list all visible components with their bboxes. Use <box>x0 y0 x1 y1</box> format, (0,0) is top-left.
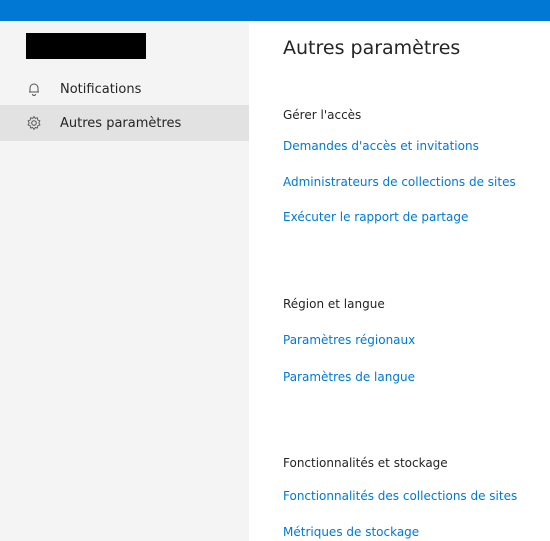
link-administrateurs-collections[interactable]: Administrateurs de collections de sites <box>283 175 516 189</box>
page-title: Autres paramètres <box>283 37 461 59</box>
gear-icon <box>26 115 42 131</box>
link-fonctionnalites-collections[interactable]: Fonctionnalités des collections de sites <box>283 489 517 503</box>
sidebar-item-autres-parametres[interactable]: Autres paramètres <box>0 105 249 141</box>
bell-icon <box>26 81 42 97</box>
link-metriques-stockage[interactable]: Métriques de stockage <box>283 525 419 539</box>
section-heading-gerer-acces: Gérer l'accès <box>283 108 362 122</box>
redacted-site-name <box>26 33 146 59</box>
link-rapport-partage[interactable]: Exécuter le rapport de partage <box>283 210 468 224</box>
link-demandes-acces[interactable]: Demandes d'accès et invitations <box>283 139 479 153</box>
sidebar-item-label: Autres paramètres <box>60 115 182 131</box>
top-bar <box>0 0 550 21</box>
link-parametres-langue[interactable]: Paramètres de langue <box>283 370 415 384</box>
section-heading-fonctionnalites-stockage: Fonctionnalités et stockage <box>283 456 448 470</box>
link-parametres-regionaux[interactable]: Paramètres régionaux <box>283 333 415 347</box>
section-heading-region-langue: Région et langue <box>283 297 385 311</box>
sidebar-item-notifications[interactable]: Notifications <box>0 71 249 107</box>
main-content: Autres paramètres Gérer l'accès Demandes… <box>283 21 550 541</box>
sidebar-item-label: Notifications <box>60 81 142 97</box>
sidebar: Notifications Autres paramètres <box>0 21 249 541</box>
